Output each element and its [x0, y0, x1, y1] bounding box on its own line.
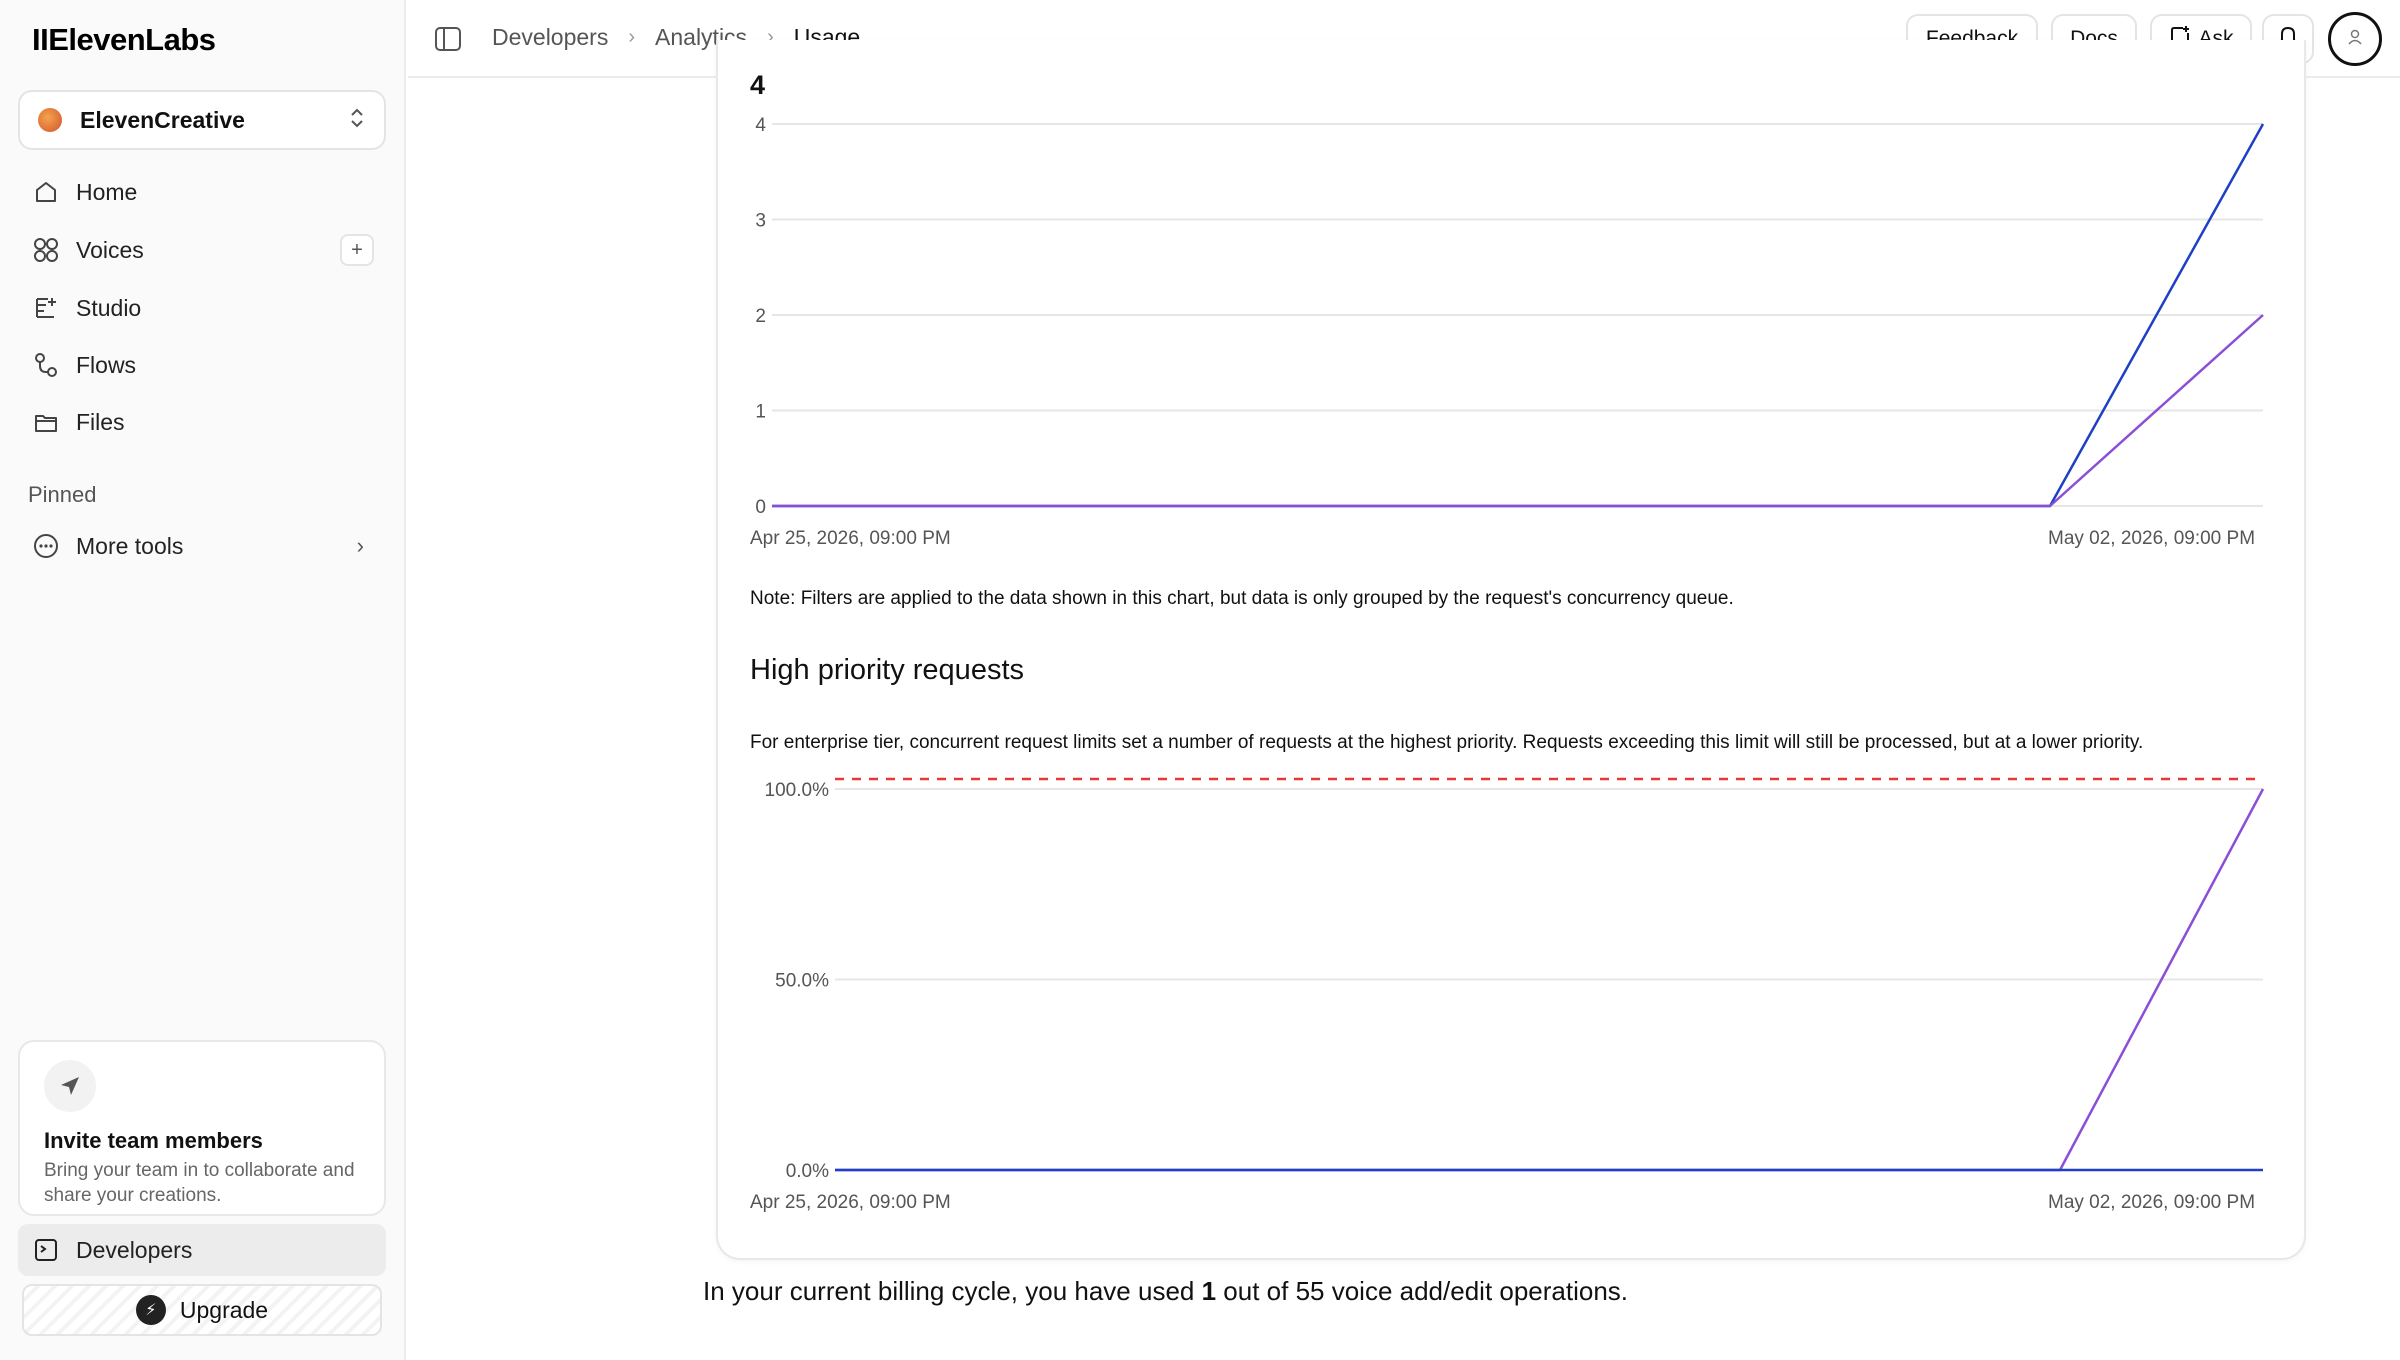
billing-prefix: In your current billing cycle, you have …	[703, 1276, 1202, 1306]
billing-summary: In your current billing cycle, you have …	[703, 1276, 1628, 1307]
chart2-x-tick-label: May 02, 2026, 09:00 PM	[2048, 1192, 2256, 1213]
high-priority-title: High priority requests	[750, 654, 1024, 686]
chart1-y-tick-label: 3	[755, 211, 766, 232]
chart-note: Note: Filters are applied to the data sh…	[750, 588, 1734, 609]
chart2-y-tick-label: 50.0%	[775, 971, 829, 992]
chart1-y-tick-label: 4	[755, 115, 766, 136]
high-priority-description: For enterprise tier, concurrent request …	[750, 732, 2144, 753]
charts-canvas: 0 1 2 3 4 0.0% 50.0% 100.0%	[755, 115, 2265, 1182]
billing-used-count: 1	[1201, 1276, 1217, 1306]
chart1-y-tick-label: 0	[755, 497, 766, 518]
chart1-y-tick-label: 1	[755, 402, 766, 423]
chart1-x-tick-label: Apr 25, 2026, 09:00 PM	[750, 528, 951, 549]
chart2-x-tick-label: Apr 25, 2026, 09:00 PM	[750, 1192, 951, 1213]
chart2-y-tick-label: 100.0%	[765, 780, 830, 801]
chart1-x-tick-label: May 02, 2026, 09:00 PM	[2048, 528, 2256, 549]
chart1-y-tick-label: 2	[755, 306, 766, 327]
billing-suffix: out of 55 voice add/edit operations.	[1216, 1276, 1629, 1306]
chart2-y-tick-label: 0.0%	[786, 1161, 829, 1182]
